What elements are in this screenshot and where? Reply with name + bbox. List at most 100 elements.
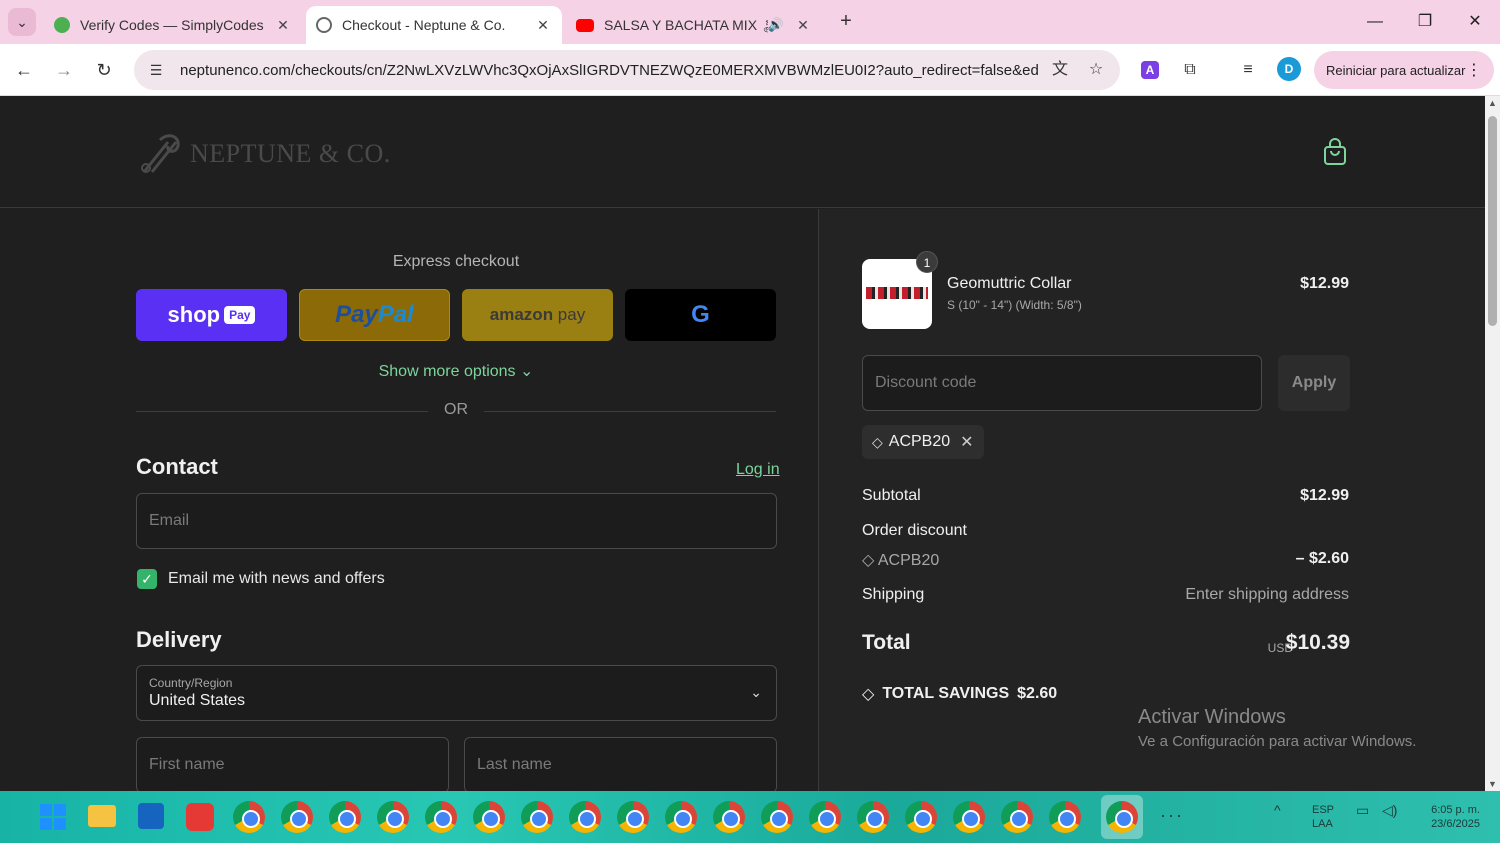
newsletter-checkbox[interactable]: ✓ xyxy=(137,569,157,589)
tray-chevron-icon[interactable]: ^ xyxy=(1274,803,1281,817)
last-name-field[interactable]: Last name xyxy=(464,737,777,791)
paypal-button[interactable]: PayPal xyxy=(299,289,450,341)
product-variant: S (10" - 14") (Width: 5/8") xyxy=(947,298,1082,312)
more-menu-icon[interactable]: ⋮ xyxy=(1466,60,1482,80)
close-tab-icon[interactable]: ✕ xyxy=(794,17,812,34)
apply-discount-button[interactable]: Apply xyxy=(1278,355,1350,411)
reload-icon[interactable]: ↻ xyxy=(90,56,118,84)
chrome-icon[interactable] xyxy=(953,801,985,833)
country-select[interactable]: Country/Region United States ⌄ xyxy=(136,665,777,721)
shipping-label: Shipping xyxy=(862,586,925,603)
chrome-icon-active[interactable] xyxy=(1106,801,1138,833)
new-tab-icon[interactable]: + xyxy=(834,10,858,34)
scroll-up-icon[interactable]: ▲ xyxy=(1488,98,1497,108)
quantity-badge: 1 xyxy=(916,251,938,273)
tab-verify-codes[interactable]: Verify Codes — SimplyCodes ✕ xyxy=(44,6,302,44)
youtube-favicon-icon xyxy=(576,18,594,32)
discount-code-row: ◇ ACPB20 xyxy=(862,550,939,570)
minimize-icon[interactable]: — xyxy=(1352,8,1398,36)
speaker-icon[interactable]: 🔊 xyxy=(768,17,784,33)
show-more-options-link[interactable]: Show more options ⌄ xyxy=(136,361,776,381)
chrome-icon[interactable] xyxy=(809,801,841,833)
app-icon[interactable] xyxy=(186,803,214,831)
update-button-label: Reiniciar para actualizar xyxy=(1326,62,1466,78)
close-tab-icon[interactable]: ✕ xyxy=(534,17,552,34)
translate-icon[interactable]: 文 xyxy=(1048,58,1072,82)
restore-icon[interactable]: ❐ xyxy=(1402,8,1448,36)
windows-start-icon[interactable] xyxy=(40,804,66,830)
tag-icon: ◇ xyxy=(862,686,875,703)
login-link[interactable]: Log in xyxy=(736,461,780,479)
media-queue-icon[interactable]: ≡ xyxy=(1236,58,1260,82)
tab-youtube[interactable]: SALSA Y BACHATA MIX 🏝 🔊 ✕ xyxy=(566,6,822,44)
chrome-icon[interactable] xyxy=(905,801,937,833)
shopping-bag-icon[interactable] xyxy=(1322,138,1348,166)
site-settings-icon[interactable]: ☰ xyxy=(144,58,168,82)
extensions-puzzle-icon[interactable]: ⧉ xyxy=(1178,58,1202,82)
store-icon[interactable] xyxy=(138,803,164,829)
language-indicator[interactable]: ESP LAA xyxy=(1312,803,1334,831)
chrome-icon[interactable] xyxy=(713,801,745,833)
applied-code-text: ACPB20 xyxy=(888,433,951,450)
google-pay-button[interactable]: G xyxy=(625,289,776,341)
close-window-icon[interactable]: ✕ xyxy=(1452,8,1498,36)
extension-a-icon[interactable]: A xyxy=(1141,61,1159,79)
simplycodes-favicon-icon xyxy=(54,17,70,33)
email-field[interactable]: Email xyxy=(136,493,777,549)
restart-update-button[interactable]: Reiniciar para actualizar ⋮ xyxy=(1314,51,1494,89)
more-apps-icon[interactable]: ··· xyxy=(1160,805,1184,826)
scroll-thumb[interactable] xyxy=(1488,116,1497,326)
chrome-icon[interactable] xyxy=(857,801,889,833)
paypal-wordmark: PayPal xyxy=(335,301,414,329)
google-g-icon: G xyxy=(691,301,710,328)
chrome-icon[interactable] xyxy=(233,801,265,833)
chrome-icon[interactable] xyxy=(569,801,601,833)
scroll-down-icon[interactable]: ▼ xyxy=(1488,779,1497,789)
close-tab-icon[interactable]: ✕ xyxy=(274,17,292,34)
chrome-icon[interactable] xyxy=(761,801,793,833)
address-bar[interactable]: ☰ neptunenco.com/checkouts/cn/Z2NwLXVzLW… xyxy=(134,50,1120,90)
logo-text: NEPTUNE & CO. xyxy=(190,139,391,168)
first-name-placeholder: First name xyxy=(149,756,225,773)
chrome-icon[interactable] xyxy=(665,801,697,833)
shop-pay-button[interactable]: shop Pay xyxy=(136,289,287,341)
tag-icon: ◇ xyxy=(872,433,883,450)
back-icon[interactable]: ← xyxy=(10,56,38,84)
volume-icon[interactable]: ◁) xyxy=(1382,803,1397,817)
forward-icon[interactable]: → xyxy=(50,56,78,84)
shop-pay-badge: Pay xyxy=(224,306,256,324)
url-text[interactable]: neptunenco.com/checkouts/cn/Z2NwLXVzLWVh… xyxy=(180,62,1040,79)
chrome-icon[interactable] xyxy=(617,801,649,833)
bookmark-star-icon[interactable]: ☆ xyxy=(1084,58,1108,82)
file-explorer-icon[interactable] xyxy=(88,805,116,827)
discount-code-input[interactable]: Discount code xyxy=(862,355,1262,411)
chrome-icon[interactable] xyxy=(1001,801,1033,833)
globe-favicon-icon xyxy=(316,17,332,33)
amazon-pay-button[interactable]: amazon pay xyxy=(462,289,613,341)
divider-line-right xyxy=(484,411,776,412)
chrome-icon[interactable] xyxy=(425,801,457,833)
tab-checkout[interactable]: Checkout - Neptune & Co. ✕ xyxy=(306,6,562,44)
tab-search-chevron-icon[interactable]: ⌄ xyxy=(8,8,36,36)
newsletter-label[interactable]: Email me with news and offers xyxy=(168,570,385,588)
chrome-icon[interactable] xyxy=(473,801,505,833)
contact-title: Contact xyxy=(136,454,218,479)
store-logo[interactable]: NEPTUNE & CO. xyxy=(138,132,391,176)
profile-avatar[interactable]: D xyxy=(1277,57,1301,81)
clock[interactable]: 6:05 p. m. 23/6/2025 xyxy=(1418,803,1480,831)
lang-top: ESP xyxy=(1312,804,1335,816)
chrome-icon[interactable] xyxy=(1049,801,1081,833)
chrome-icon[interactable] xyxy=(377,801,409,833)
shop-pay-wordmark: shop xyxy=(167,302,221,327)
tab-label: Checkout - Neptune & Co. xyxy=(342,17,506,33)
activation-title: Activar Windows xyxy=(1138,706,1286,728)
chrome-icon[interactable] xyxy=(329,801,361,833)
chrome-icon[interactable] xyxy=(521,801,553,833)
remove-discount-icon[interactable]: ✕ xyxy=(960,432,973,452)
windows-taskbar: ··· ^ ESP LAA ▭ ◁) 6:05 p. m. 23/6/2025 xyxy=(0,791,1500,843)
network-icon[interactable]: ▭ xyxy=(1356,803,1369,817)
first-name-field[interactable]: First name xyxy=(136,737,449,791)
lang-bottom: LAA xyxy=(1312,818,1333,830)
page-scrollbar[interactable]: ▲ ▼ xyxy=(1485,96,1500,791)
chrome-icon[interactable] xyxy=(281,801,313,833)
